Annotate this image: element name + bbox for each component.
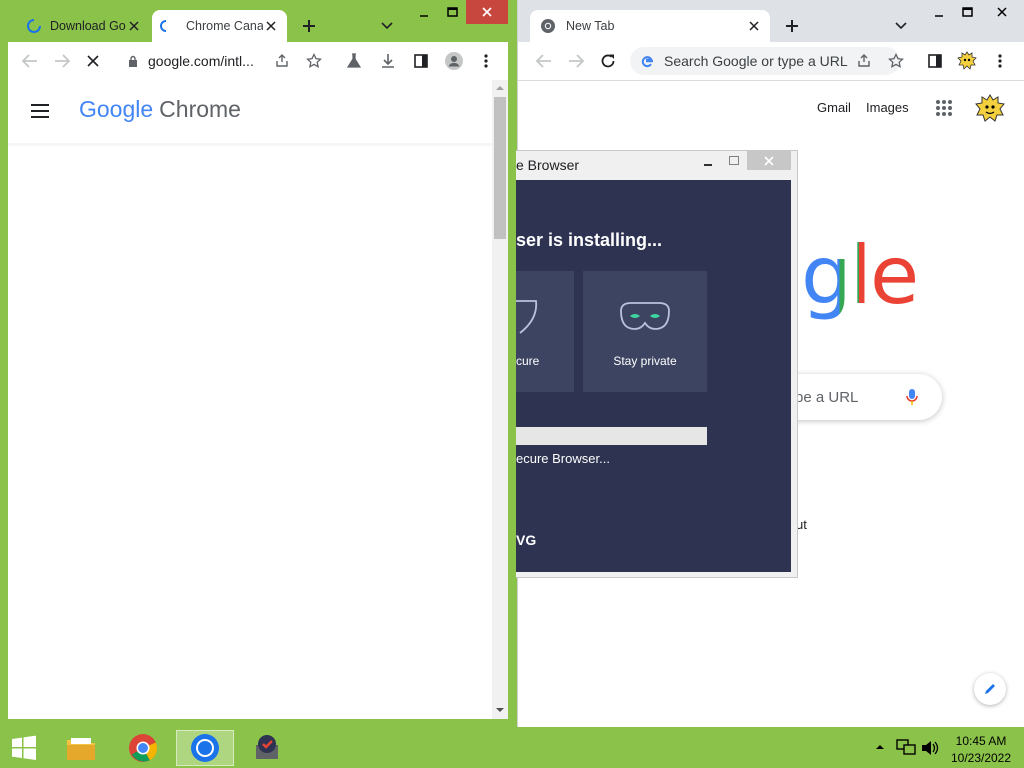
new-tab-button[interactable] [780,14,804,38]
minimize-button[interactable] [925,0,953,24]
back-button[interactable] [532,49,556,73]
start-windows-icon[interactable] [8,734,40,762]
chrome-wordmark: Chrome [159,96,241,122]
scroll-up-icon[interactable] [495,84,505,92]
installer-maximize-button[interactable] [725,153,743,167]
pencil-icon [983,682,997,696]
clock-date[interactable]: 10/23/2022 [948,751,1014,765]
show-hidden-icons-icon[interactable] [874,741,886,753]
loading-spinner-icon [26,18,42,34]
customize-pencil-button[interactable] [974,673,1006,705]
install-progress-bar [516,427,707,445]
scroll-down-icon[interactable] [495,706,505,714]
gmail-link[interactable]: Gmail [817,100,851,115]
account-avatar[interactable] [974,93,1006,123]
chrome-taskbar-icon[interactable] [114,730,172,766]
feature-card-label: Stay private [613,354,677,368]
google-logo-text: gle [801,229,919,322]
left-page-content [8,80,508,719]
network-icon[interactable] [896,739,916,757]
google-g-icon [640,54,654,68]
volume-icon[interactable] [920,739,940,757]
google-chrome-logo[interactable]: Google Chrome [79,96,241,123]
close-tab-icon[interactable] [126,18,142,34]
hamburger-menu-icon[interactable] [28,99,52,123]
tab-search-button[interactable] [375,14,399,38]
left-omnibox[interactable]: google.com/intl... [116,47,270,75]
clock-time[interactable]: 10:45 AM [948,734,1014,748]
chrome-canary-taskbar-icon[interactable] [176,730,234,766]
stop-loading-button[interactable] [81,49,105,73]
maximize-button[interactable] [953,0,981,24]
tab-chrome-canary[interactable]: Chrome Cana [152,10,287,42]
maximize-button[interactable] [438,0,466,24]
avg-logo: VG [516,532,537,548]
profile-avatar-icon[interactable] [442,49,466,73]
side-panel-icon[interactable] [923,49,947,73]
new-tab-button[interactable] [297,14,321,38]
tab-label: Download Go [50,19,126,33]
privacy-mask-icon [617,299,673,335]
loading-spinner-icon [160,18,172,34]
google-apps-icon[interactable] [932,96,956,120]
tab-label: Chrome Cana [186,19,263,33]
installer-taskbar-icon[interactable] [238,730,296,766]
installer-title: e Browser [516,157,580,173]
toolbar-divider [518,80,1024,81]
google-wordmark: Google [79,96,154,122]
tab-label: New Tab [566,19,615,33]
download-icon[interactable] [376,49,400,73]
file-explorer-icon[interactable] [52,730,110,766]
omnibox-placeholder: Search Google or type a URL [664,53,848,69]
url-text: google.com/intl... [148,53,254,69]
feature-card-label: cure [516,354,540,368]
reload-button[interactable] [596,49,620,73]
installer-minimize-button[interactable] [699,154,717,170]
tab-search-button[interactable] [889,14,913,38]
share-icon[interactable] [270,49,294,73]
labs-flask-icon[interactable] [342,49,366,73]
tab-new-tab[interactable]: New Tab [530,10,770,42]
side-panel-icon[interactable] [409,49,433,73]
profile-avatar-icon[interactable] [955,49,979,73]
share-icon[interactable] [852,49,876,73]
back-button[interactable] [18,49,42,73]
installer-heading: ser is installing... [516,230,663,250]
installer-close-button[interactable] [747,151,791,170]
install-status-text: ecure Browser... [516,451,610,466]
forward-button[interactable] [564,49,588,73]
lock-icon [128,55,138,68]
voice-search-mic-icon[interactable] [900,385,924,409]
close-window-button[interactable] [981,0,1023,24]
chrome-icon [540,18,556,34]
images-link[interactable]: Images [866,100,909,115]
ntp-search-placeholder: pe a URL [795,389,859,406]
minimize-button[interactable] [410,0,438,24]
shield-icon [516,297,540,337]
close-tab-icon[interactable] [746,18,762,34]
scrollbar-thumb[interactable] [494,97,506,239]
menu-kebab-icon[interactable] [474,49,498,73]
bookmark-star-icon[interactable] [302,49,326,73]
close-tab-icon[interactable] [263,18,279,34]
google-logo: gle [801,236,919,316]
tab-download[interactable]: Download Go [20,10,150,42]
menu-kebab-icon[interactable] [988,49,1012,73]
close-window-button[interactable] [466,0,508,24]
bookmark-star-icon[interactable] [884,49,908,73]
left-browser-window: Download Go Chrome Cana google.com/intl.… [0,0,517,727]
forward-button[interactable] [50,49,74,73]
